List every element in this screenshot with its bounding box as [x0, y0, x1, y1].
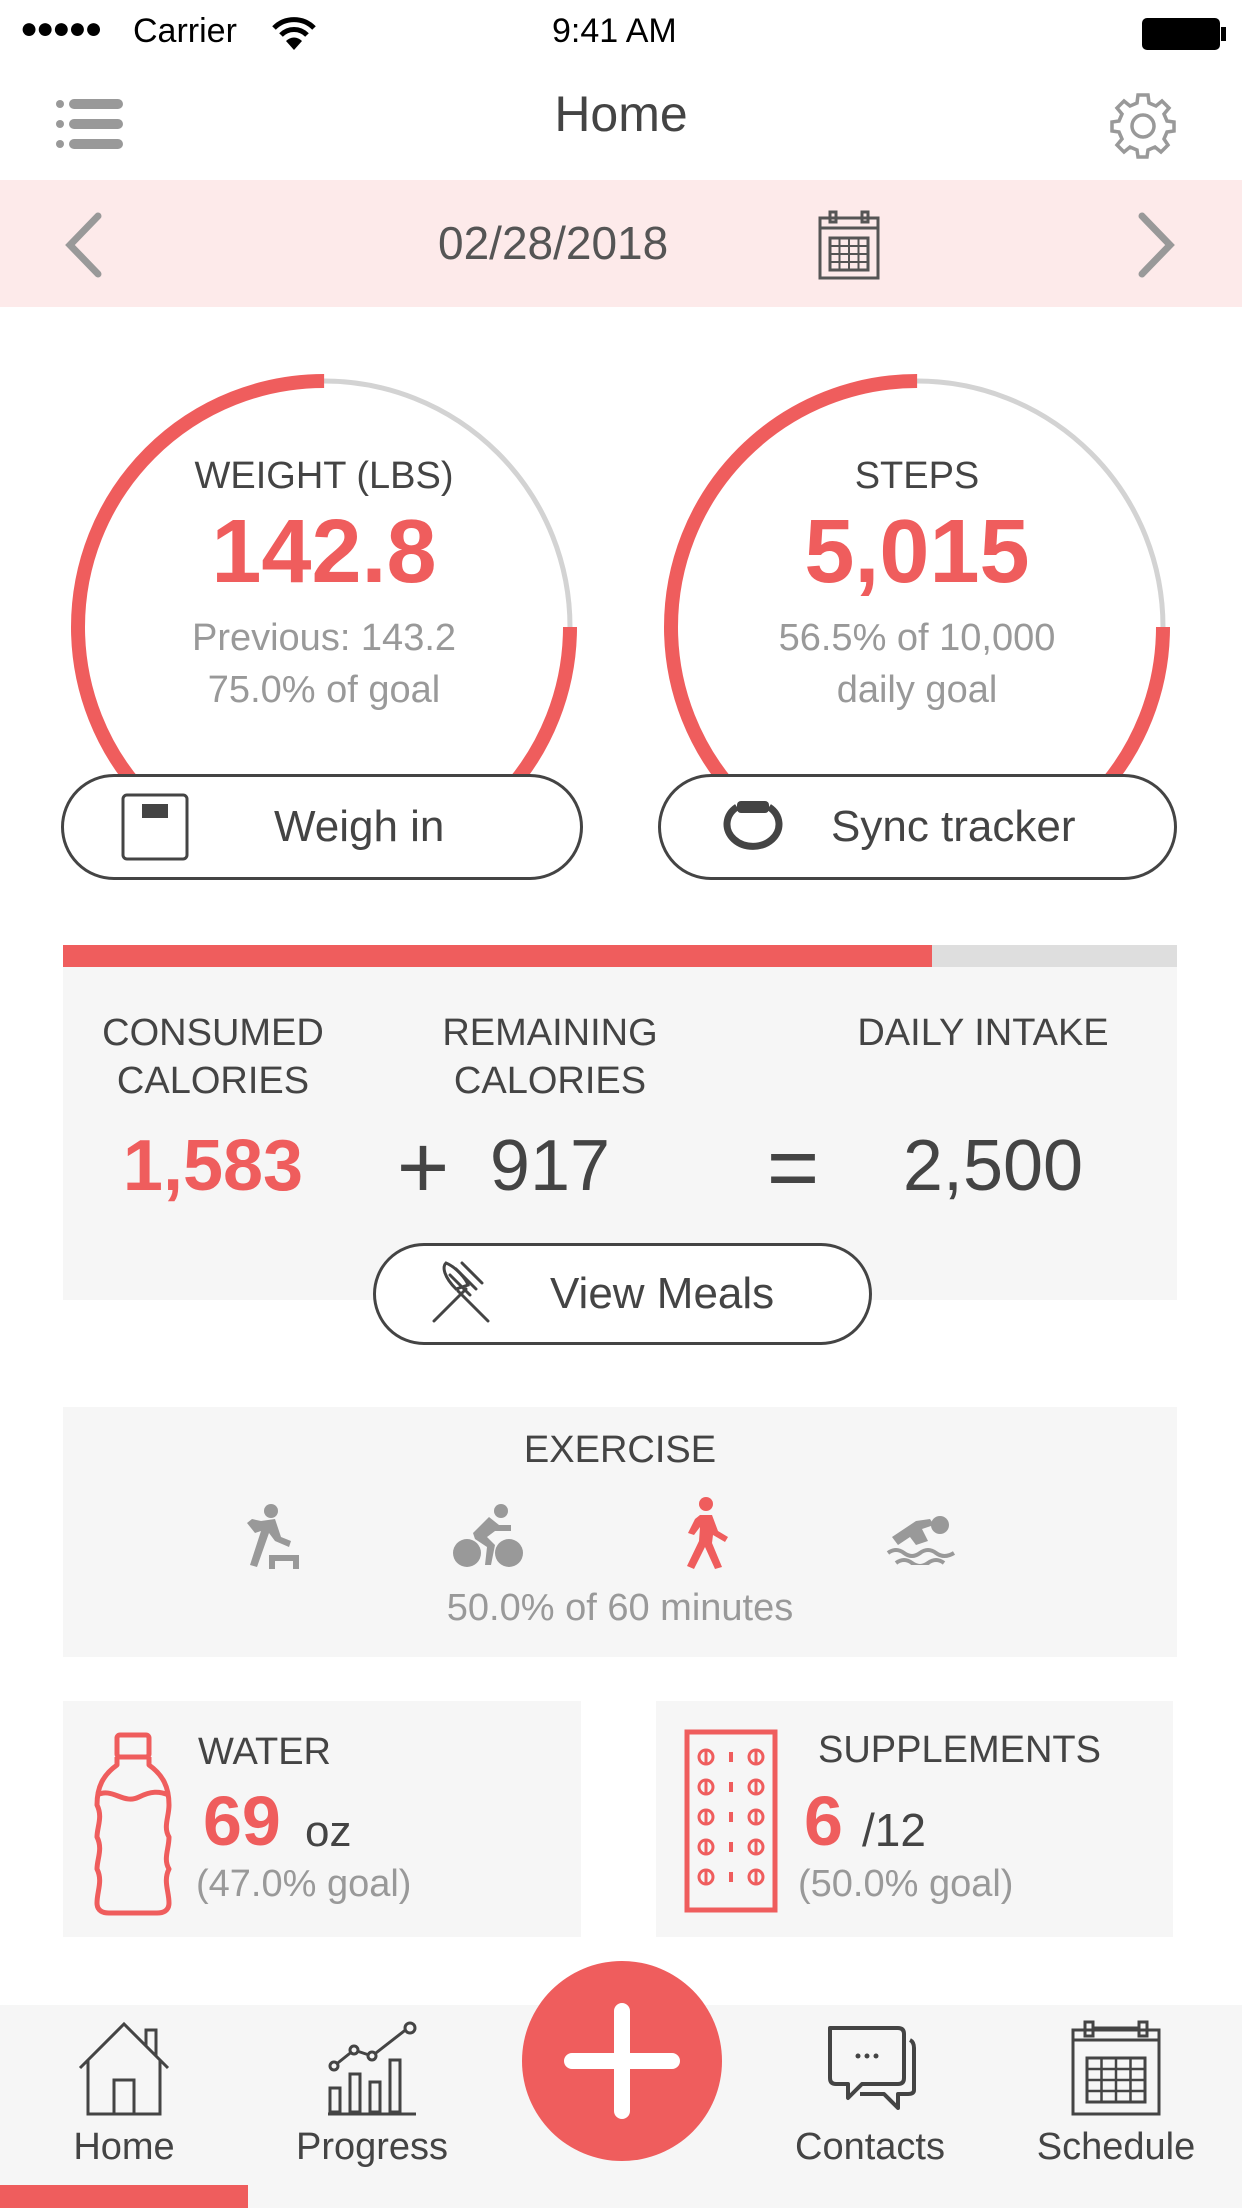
- add-button[interactable]: [522, 1961, 722, 2161]
- calorie-progress-bar: [63, 945, 1177, 967]
- weight-value: 142.8: [211, 502, 437, 602]
- chevron-left-icon[interactable]: [62, 212, 104, 278]
- wifi-icon: [272, 17, 316, 50]
- weight-label: WEIGHT (LBS): [194, 455, 454, 497]
- clock: 9:41 AM: [552, 12, 677, 50]
- sync-tracker-label: Sync tracker: [831, 802, 1076, 851]
- progress-chart-icon: [328, 2021, 417, 2116]
- supplements-total: /12: [862, 1804, 926, 1856]
- step-aerobics-icon[interactable]: [239, 1503, 299, 1569]
- chevron-right-icon[interactable]: [1136, 212, 1178, 278]
- weight-goal: 75.0% of goal: [207, 669, 441, 711]
- supplements-value: 6: [804, 1782, 843, 1860]
- pill-pack-icon: [684, 1729, 778, 1913]
- date-label[interactable]: 02/28/2018: [438, 216, 668, 270]
- consumed-calories: 1,583: [122, 1126, 304, 1206]
- navigation-bar: Home: [0, 63, 1242, 180]
- plus-icon: [564, 2003, 680, 2119]
- exercise-summary: 50.0% of 60 minutes: [446, 1587, 794, 1629]
- remaining-calories: 917: [489, 1126, 611, 1206]
- fork-knife-icon: [432, 1261, 490, 1323]
- steps-summary: STEPS 5,015 56.5% of 10,000 daily goal: [717, 455, 1117, 716]
- supplements-card[interactable]: SUPPLEMENTS 6 /12 (50.0% goal): [656, 1701, 1173, 1937]
- supplements-title: SUPPLEMENTS: [818, 1729, 1101, 1771]
- tab-home[interactable]: Home: [24, 2020, 224, 2169]
- daily-intake-label: DAILY INTAKE: [857, 1012, 1109, 1054]
- steps-goal-2: daily goal: [836, 669, 998, 711]
- scale-icon: [121, 793, 189, 861]
- water-value: 69: [203, 1782, 281, 1860]
- signal-icon: ●●●●●: [20, 12, 103, 45]
- walking-icon[interactable]: [682, 1497, 732, 1569]
- calendar-icon: [1071, 2020, 1161, 2116]
- water-bottle-icon: [94, 1732, 172, 1916]
- steps-goal: 56.5% of 10,000: [778, 617, 1056, 659]
- water-goal: (47.0% goal): [196, 1863, 412, 1905]
- cycling-icon[interactable]: [453, 1503, 523, 1569]
- swimming-icon[interactable]: [886, 1507, 958, 1565]
- water-title: WATER: [198, 1731, 331, 1773]
- tab-progress[interactable]: Progress: [272, 2020, 472, 2169]
- view-meals-label: View Meals: [550, 1269, 775, 1318]
- steps-label: STEPS: [854, 455, 980, 497]
- exercise-title: EXERCISE: [523, 1429, 717, 1471]
- calendar-icon[interactable]: [818, 210, 880, 280]
- remaining-label: REMAINING CALORIES: [442, 1012, 658, 1102]
- consumed-label: CONSUMED CALORIES: [102, 1012, 324, 1102]
- weight-summary: WEIGHT (LBS) 142.8 Previous: 143.2 75.0%…: [124, 455, 524, 716]
- home-icon: [78, 2021, 170, 2116]
- tab-schedule-label: Schedule: [1036, 2126, 1196, 2168]
- tab-schedule[interactable]: Schedule: [1016, 2020, 1216, 2169]
- weight-previous: Previous: 143.2: [191, 617, 457, 659]
- view-meals-button[interactable]: View Meals: [373, 1243, 872, 1345]
- tab-home-label: Home: [73, 2126, 175, 2168]
- water-unit: oz: [305, 1807, 352, 1856]
- equals-sign: =: [766, 1118, 820, 1218]
- status-bar: ●●●●● Carrier 9:41 AM: [0, 0, 1242, 63]
- steps-value: 5,015: [804, 502, 1030, 602]
- fitness-tracker-icon: [723, 801, 783, 850]
- calorie-progress-fill: [63, 945, 932, 967]
- carrier: Carrier: [133, 12, 237, 50]
- page-title: Home: [554, 86, 688, 142]
- weigh-in-button[interactable]: Weigh in: [61, 774, 583, 880]
- tab-contacts-label: Contacts: [795, 2126, 945, 2168]
- date-bar: 02/28/2018: [0, 180, 1242, 307]
- gear-icon[interactable]: [1108, 91, 1178, 161]
- daily-intake-value: 2,500: [902, 1126, 1084, 1206]
- water-card[interactable]: WATER 69 oz (47.0% goal): [63, 1701, 581, 1937]
- tab-contacts[interactable]: Contacts: [770, 2020, 970, 2169]
- battery-icon: [1142, 18, 1220, 50]
- chat-bubbles-icon: [828, 2026, 916, 2110]
- weigh-in-label: Weigh in: [274, 802, 445, 851]
- active-tab-indicator: [0, 2185, 248, 2208]
- tab-progress-label: Progress: [295, 2126, 449, 2168]
- sync-tracker-button[interactable]: Sync tracker: [658, 774, 1177, 880]
- supplements-goal: (50.0% goal): [798, 1863, 1014, 1905]
- exercise-card: EXERCISE 50.0% of 60 minutes: [63, 1407, 1177, 1657]
